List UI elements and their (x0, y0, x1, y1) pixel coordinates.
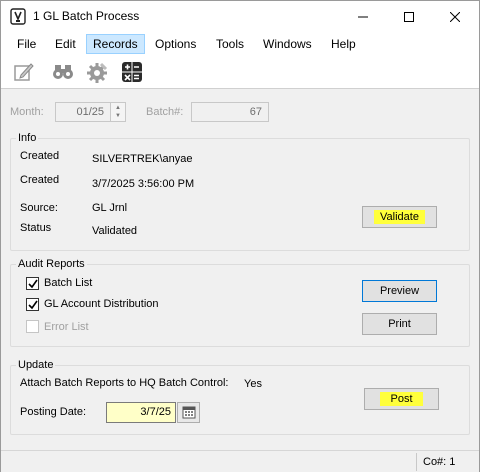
error-list-label: Error List (44, 321, 89, 333)
edit-button[interactable] (12, 60, 36, 84)
batch-number-field[interactable]: 67 (191, 102, 269, 122)
source-label: Source: (20, 202, 58, 214)
menu-options[interactable]: Options (148, 34, 203, 54)
posting-date-calendar-button[interactable] (177, 402, 200, 423)
batch-label: Batch#: (146, 106, 184, 118)
error-list-checkbox[interactable] (26, 320, 39, 333)
menu-bar: File Edit Records Options Tools Windows … (1, 32, 479, 55)
settings-gear-icon (87, 62, 108, 83)
find-button[interactable] (51, 60, 75, 84)
update-group-title: Update (16, 359, 56, 371)
month-label: Month: (10, 106, 44, 118)
attach-batch-reports-label: Attach Batch Reports to HQ Batch Control… (20, 377, 229, 389)
post-button[interactable]: Post (364, 388, 439, 410)
status-bar: Co#: 1 (1, 450, 479, 472)
validate-button-label: Validate (374, 210, 425, 224)
calculator-button[interactable] (120, 60, 144, 84)
month-spinner[interactable]: ▲ ▼ (110, 102, 126, 122)
close-icon (450, 11, 460, 22)
print-button[interactable]: Print (362, 313, 437, 335)
company-number: Co#: 1 (416, 453, 478, 471)
calculator-icon (122, 62, 142, 82)
info-group (10, 138, 470, 251)
batch-list-checkbox[interactable] (26, 277, 39, 290)
menu-windows[interactable]: Windows (256, 34, 319, 54)
gl-account-distribution-checkbox[interactable] (26, 298, 39, 311)
source-value: GL Jrnl (92, 202, 128, 214)
menu-help[interactable]: Help (324, 34, 363, 54)
close-button[interactable] (432, 1, 478, 32)
posting-date-field[interactable]: 3/7/25 (106, 402, 176, 423)
menu-file[interactable]: File (10, 34, 43, 54)
checkmark-icon (28, 279, 38, 289)
toolbar (1, 55, 479, 88)
app-icon (10, 8, 26, 25)
audit-reports-title: Audit Reports (16, 258, 87, 270)
attach-batch-reports-value: Yes (244, 378, 262, 390)
preview-button[interactable]: Preview (362, 280, 437, 302)
toolbar-separator (1, 88, 479, 89)
info-group-title: Info (16, 132, 39, 144)
created-by-label: Created (20, 150, 60, 162)
minimize-icon (358, 16, 368, 17)
minimize-button[interactable] (340, 1, 386, 32)
menu-edit[interactable]: Edit (48, 34, 83, 54)
settings-button[interactable] (85, 60, 109, 84)
status-value: Validated (92, 225, 138, 237)
posting-date-label: Posting Date: (20, 406, 87, 418)
maximize-button[interactable] (386, 1, 432, 32)
validate-button[interactable]: Validate (362, 206, 437, 228)
calendar-icon (182, 406, 196, 419)
created-by-value: SILVERTREK\anyae (92, 153, 193, 165)
edit-icon (14, 63, 34, 81)
status-label: Status (20, 222, 52, 234)
checkmark-icon (28, 300, 38, 310)
post-button-label: Post (380, 392, 423, 406)
binoculars-icon (53, 65, 73, 79)
spin-down-icon: ▼ (115, 113, 121, 119)
created-on-value: 3/7/2025 3:56:00 PM (92, 178, 195, 190)
batch-list-label: Batch List (44, 277, 93, 289)
menu-records[interactable]: Records (86, 34, 145, 54)
gl-account-distribution-label: GL Account Distribution (44, 298, 159, 310)
gl-batch-process-window: 1 GL Batch Process File Edit Records Opt… (0, 0, 480, 472)
maximize-icon (404, 11, 414, 22)
created-on-label: Created (20, 174, 60, 186)
title-bar: 1 GL Batch Process (1, 1, 479, 32)
window-title: 1 GL Batch Process (33, 9, 140, 23)
month-field[interactable]: 01/25 (55, 102, 111, 122)
menu-tools[interactable]: Tools (209, 34, 251, 54)
spin-up-icon: ▲ (115, 105, 121, 111)
